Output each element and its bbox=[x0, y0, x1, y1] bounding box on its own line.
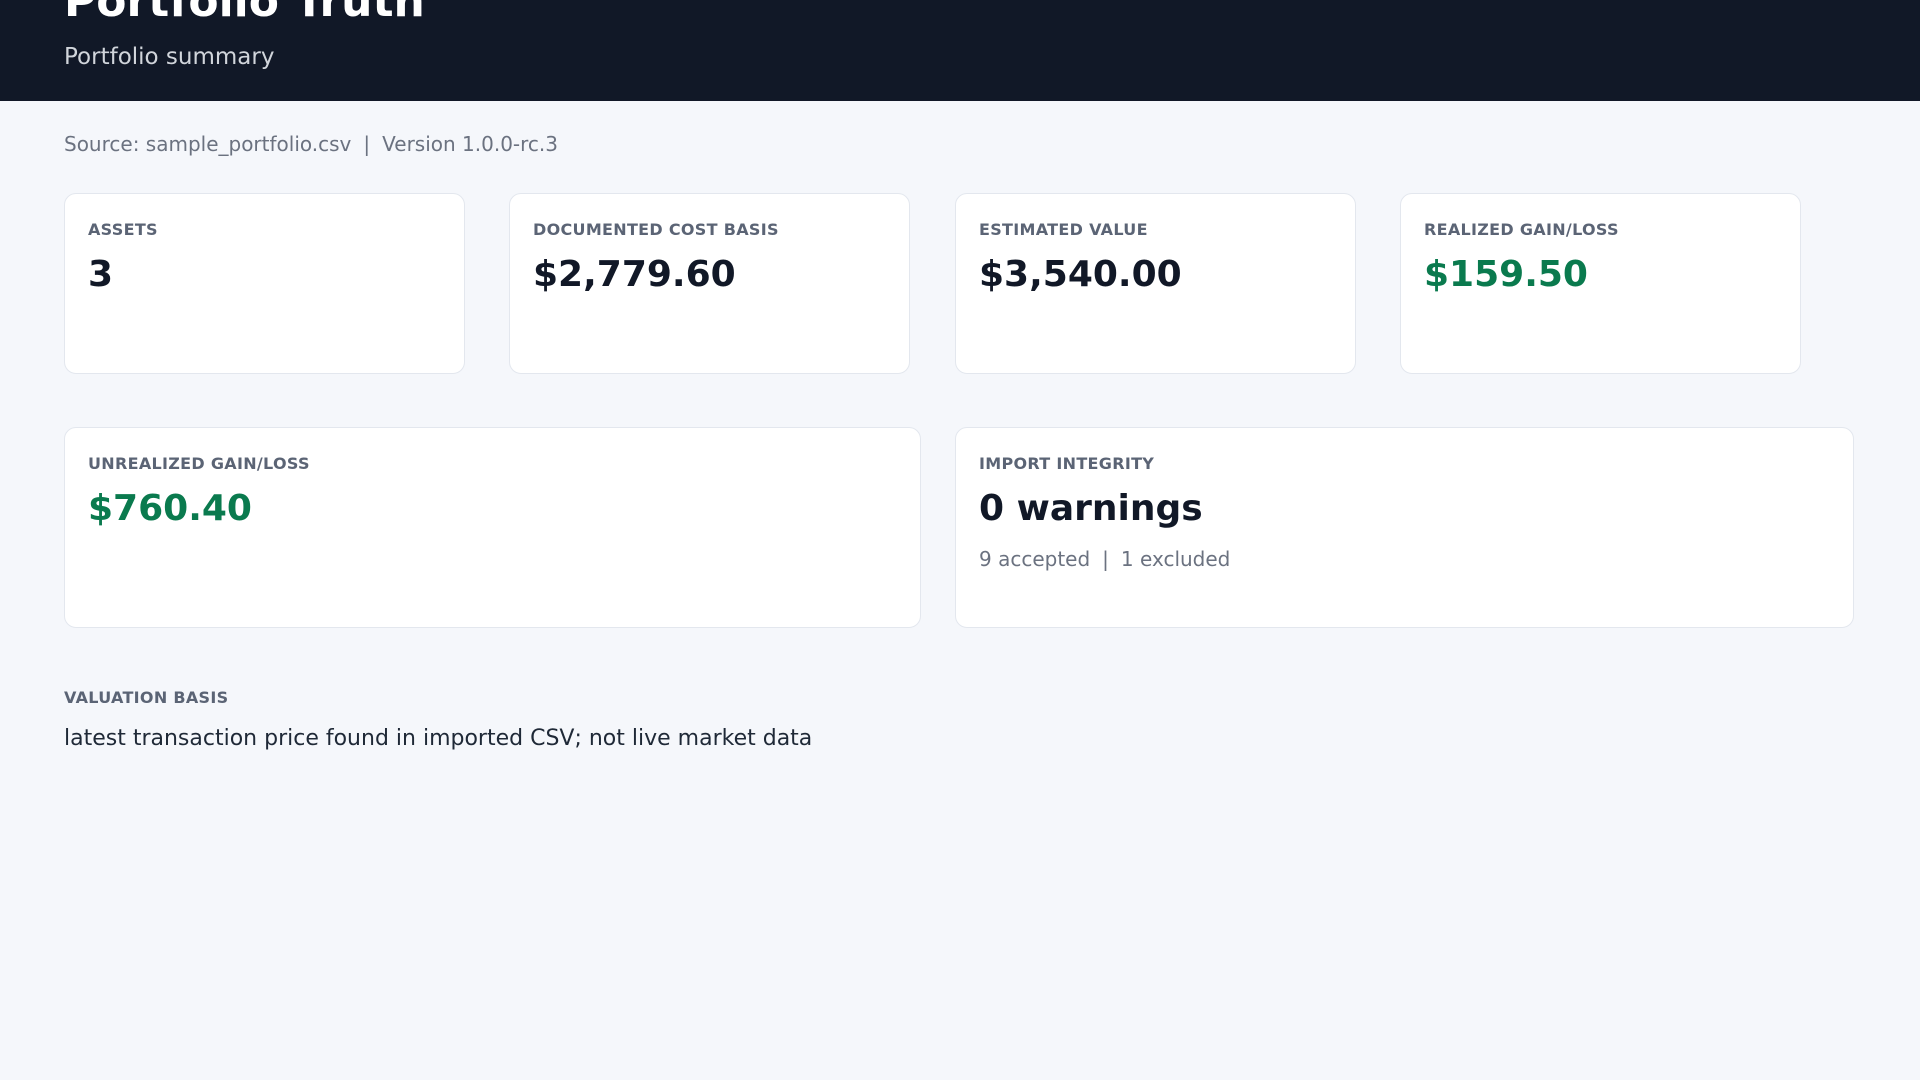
page-title: Portfolio Truth bbox=[64, 0, 425, 27]
counts-separator: | bbox=[1102, 547, 1109, 571]
unrealized-gain-value: $760.40 bbox=[88, 488, 252, 529]
unrealized-gain-card: UNREALIZED GAIN/LOSS $760.40 bbox=[64, 427, 921, 628]
assets-card: ASSETS 3 bbox=[64, 193, 465, 374]
page-header: Portfolio Truth Portfolio summary bbox=[0, 0, 1920, 101]
import-integrity-card: IMPORT INTEGRITY 0 warnings 9 accepted | 1… bbox=[955, 427, 1854, 628]
cost-basis-card: DOCUMENTED COST BASIS $2,779.60 bbox=[509, 193, 910, 374]
valuation-basis-text: latest transaction price found in import… bbox=[64, 726, 813, 751]
source-file: Source: sample_portfolio.csv bbox=[64, 132, 352, 156]
excluded-count: 1 excluded bbox=[1120, 547, 1231, 571]
valuation-basis-label: VALUATION BASIS bbox=[64, 688, 229, 707]
realized-gain-value: $159.50 bbox=[1424, 254, 1588, 295]
meta-separator: | bbox=[363, 132, 371, 156]
accepted-count: 9 accepted bbox=[979, 547, 1091, 571]
estimated-value-card: ESTIMATED VALUE $3,540.00 bbox=[955, 193, 1356, 374]
warnings-count: 0 warnings bbox=[979, 488, 1203, 529]
estimated-value-value: $3,540.00 bbox=[979, 254, 1182, 295]
unrealized-gain-label: UNREALIZED GAIN/LOSS bbox=[88, 454, 310, 473]
import-counts: 9 accepted | 1 excluded bbox=[979, 547, 1230, 571]
cost-basis-label: DOCUMENTED COST BASIS bbox=[533, 220, 779, 239]
page-subtitle: Portfolio summary bbox=[64, 44, 275, 70]
cost-basis-value: $2,779.60 bbox=[533, 254, 736, 295]
source-meta: Source: sample_portfolio.csv | Version 1.0… bbox=[64, 132, 558, 156]
assets-label: ASSETS bbox=[88, 220, 158, 239]
assets-value: 3 bbox=[88, 254, 114, 295]
version-label: Version 1.0.0-rc.3 bbox=[382, 132, 559, 156]
realized-gain-label: REALIZED GAIN/LOSS bbox=[1424, 220, 1619, 239]
estimated-value-label: ESTIMATED VALUE bbox=[979, 220, 1148, 239]
import-integrity-label: IMPORT INTEGRITY bbox=[979, 454, 1155, 473]
realized-gain-card: REALIZED GAIN/LOSS $159.50 bbox=[1400, 193, 1801, 374]
